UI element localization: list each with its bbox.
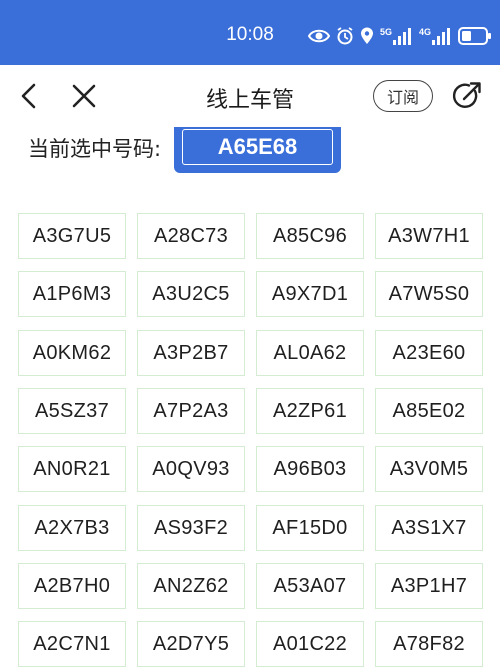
plate-option[interactable]: A78F82 [375,621,483,667]
plate-option[interactable]: A3P2B7 [137,330,245,376]
current-label: 当前选中号码: [28,137,162,161]
plate-option[interactable]: A0KM62 [18,330,126,376]
chevron-left-icon [21,83,36,109]
plate-option[interactable]: A96B03 [256,446,364,492]
plate-option[interactable]: A9X7D1 [256,271,364,317]
plate-option[interactable]: A85E02 [375,388,483,434]
subscribe-button[interactable]: 订阅 [373,80,433,112]
plate-option[interactable]: AN0R21 [18,446,126,492]
plate-option[interactable]: A2ZP61 [256,388,364,434]
location-icon [360,27,374,45]
plate-option[interactable]: A85C96 [256,213,364,259]
5g-label: 5G [380,27,393,37]
status-icons: 5G 4G [308,24,492,48]
share-icon [452,82,481,108]
alarm-icon [336,27,354,45]
plate-option[interactable]: A3S1X7 [375,505,483,551]
plate-option[interactable]: A7W5S0 [375,271,483,317]
close-button[interactable] [70,82,98,110]
4g-signal-icon: 4G [419,27,452,45]
plate-option[interactable]: A3V0M5 [375,446,483,492]
plate-option[interactable]: A53A07 [256,563,364,609]
plate-option[interactable]: A2B7H0 [18,563,126,609]
plate-option[interactable]: A5SZ37 [18,388,126,434]
status-bar: 10:08 5G 4G [0,0,500,65]
eye-icon [308,28,330,44]
plate-option[interactable]: A28C73 [137,213,245,259]
plate-option[interactable]: A3W7H1 [375,213,483,259]
plate-option[interactable]: A7P2A3 [137,388,245,434]
5g-signal-icon: 5G [380,27,413,45]
plate-option[interactable]: AN2Z62 [137,563,245,609]
plate-option[interactable]: A3U2C5 [137,271,245,317]
plate-option[interactable]: AL0A62 [256,330,364,376]
nav-bar: 线上车管 订阅 [0,65,500,127]
plate-option[interactable]: A3G7U5 [18,213,126,259]
plate-option[interactable]: A2X7B3 [18,505,126,551]
plate-option[interactable]: A0QV93 [137,446,245,492]
back-button[interactable] [16,82,42,110]
page-title: 线上车管 [205,88,294,113]
current-plate-number: A65E68 [182,129,333,165]
plate-option[interactable]: A2D7Y5 [137,621,245,667]
share-button[interactable] [451,80,483,112]
plate-option[interactable]: A23E60 [375,330,483,376]
plate-option[interactable]: AS93F2 [137,505,245,551]
plate-option[interactable]: A3P1H7 [375,563,483,609]
current-selection: 当前选中号码: A65E68 [0,127,500,177]
plate-option[interactable]: A1P6M3 [18,271,126,317]
current-plate: A65E68 [174,127,341,173]
4g-label: 4G [419,27,432,37]
plate-option[interactable]: A2C7N1 [18,621,126,667]
close-icon [72,84,96,108]
plate-option[interactable]: AF15D0 [256,505,364,551]
plate-option[interactable]: A01C22 [256,621,364,667]
battery-icon [458,27,492,45]
